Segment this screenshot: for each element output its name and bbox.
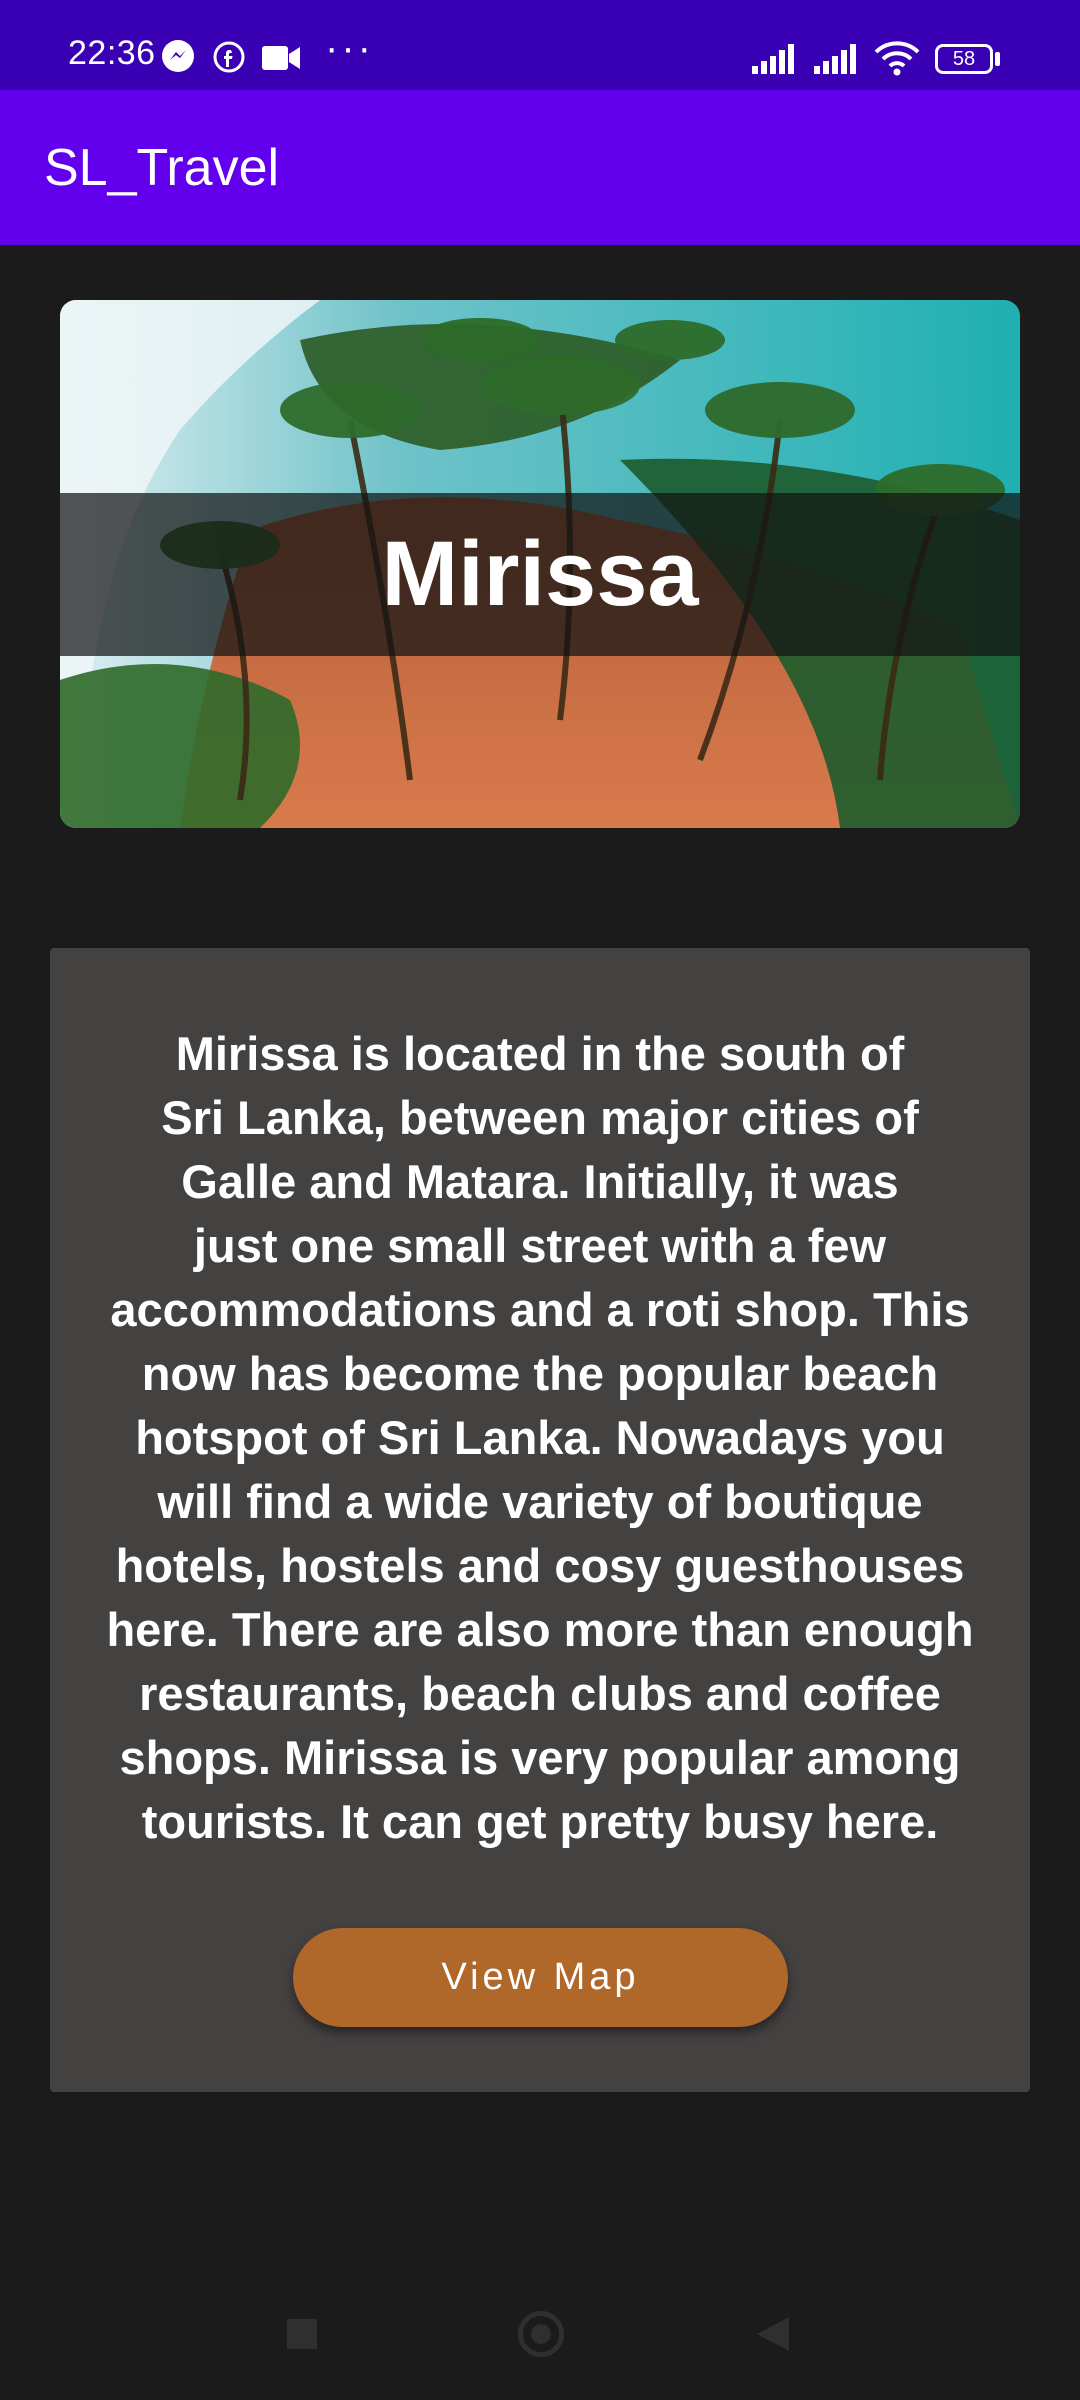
info-card: Mirissa is located in the south of Sri L… (50, 948, 1030, 2092)
home-icon[interactable] (518, 2311, 564, 2357)
wifi-icon (874, 40, 920, 81)
home-icon-inner (531, 2324, 551, 2344)
facebook-icon (212, 40, 246, 79)
app-bar: SL_Travel (0, 90, 1080, 245)
app-title: SL_Travel (44, 139, 280, 197)
view-map-button[interactable]: View Map (293, 1928, 788, 2027)
hero-title-banner: Mirissa (60, 493, 1020, 656)
signal-icon (752, 42, 800, 79)
hero-card: Mirissa (60, 300, 1020, 828)
video-camera-icon (262, 44, 300, 77)
status-bar: 22:36 ··· 58 (0, 0, 1080, 90)
description-text: Mirissa is located in the south of Sri L… (106, 1027, 974, 1848)
hero-title: Mirissa (381, 523, 699, 625)
battery-tip (995, 52, 1000, 66)
recent-apps-icon[interactable] (287, 2319, 317, 2349)
screen: 22:36 ··· 58 SL_Travel Mirissa Mirissa i… (0, 0, 1080, 2400)
navigation-bar (0, 2275, 1080, 2400)
messenger-icon (160, 38, 196, 79)
signal-icon (814, 42, 862, 79)
battery-icon: 58 (935, 44, 993, 74)
back-icon[interactable] (755, 2315, 791, 2353)
status-more-indicator: ··· (325, 26, 374, 70)
status-time: 22:36 (68, 34, 156, 72)
